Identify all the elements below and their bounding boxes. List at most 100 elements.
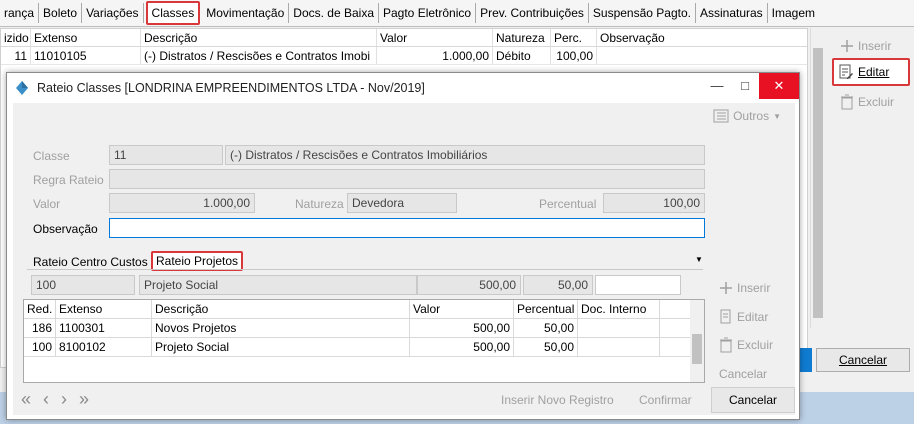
tab-prev-contribuicoes[interactable]: Prev. Contribuições [476, 3, 589, 23]
list-icon [713, 109, 729, 123]
tab-rateio-projetos[interactable]: Rateio Projetos [151, 251, 244, 271]
tab-movimentacao[interactable]: Movimentação [202, 3, 290, 23]
trash-icon [841, 94, 853, 110]
main-edit-button[interactable]: Editar [832, 58, 910, 86]
col-header: Natureza [493, 29, 551, 46]
percentual-field: 100,00 [603, 193, 705, 213]
scroll-thumb[interactable] [813, 48, 823, 318]
tab-variacoes[interactable]: Variações [82, 3, 144, 23]
dialog-cancel-edit-button[interactable]: Cancelar [719, 367, 767, 381]
col-header: Extenso [56, 300, 152, 318]
cell: 1.000,00 [377, 47, 493, 64]
main-side-panel: Inserir Editar Excluir [826, 28, 914, 368]
col-header: izido [1, 29, 31, 46]
dialog-titlebar: Rateio Classes [LONDRINA EMPREENDIMENTOS… [7, 73, 799, 103]
chevron-down-icon: ▼ [773, 111, 781, 121]
dialog-delete-button[interactable]: Excluir [719, 337, 773, 353]
edit-row-valor-field: 500,00 [417, 275, 521, 295]
cell: Débito [493, 47, 551, 64]
main-edit-label: Editar [858, 65, 890, 79]
table-row[interactable]: 100 8100102 Projeto Social 500,00 50,00 [24, 338, 704, 357]
cell: 100 [24, 338, 56, 356]
table-row[interactable]: 186 1100301 Novos Projetos 500,00 50,00 [24, 319, 704, 338]
plus-icon [841, 40, 853, 52]
cell: 100,00 [551, 47, 597, 64]
insert-new-record-button[interactable]: Inserir Novo Registro [501, 393, 614, 407]
next-record-icon[interactable]: › [61, 389, 67, 410]
tab-pagto-eletronico[interactable]: Pagto Eletrônico [379, 3, 477, 23]
grid-header: Red. Extenso Descrição Valor Percentual … [24, 300, 704, 319]
edit-row-doc-field[interactable] [595, 275, 681, 295]
previous-record-icon[interactable]: ‹ [43, 389, 49, 410]
tab-boleto[interactable]: Boleto [39, 3, 83, 23]
edit-document-icon [720, 309, 731, 324]
main-cancel-label: Cancelar [838, 353, 888, 367]
tab-suspensao-pagto[interactable]: Suspensão Pagto. [589, 3, 696, 23]
col-header: Doc. Interno [578, 300, 660, 318]
close-icon[interactable]: ✕ [759, 73, 799, 99]
dialog-insert-label: Inserir [737, 281, 771, 295]
dialog-body: Outros ▼ Classe 11 (-) Distratos / Resci… [13, 103, 795, 415]
rateio-projetos-grid: Red. Extenso Descrição Valor Percentual … [23, 299, 705, 383]
cell: Novos Projetos [152, 319, 410, 337]
main-insert-button[interactable]: Inserir [836, 34, 910, 58]
regra-rateio-label: Regra Rateio [33, 173, 104, 187]
cell: 11 [1, 47, 31, 64]
tab-rateio-centro-custos[interactable]: Rateio Centro Custos [33, 255, 148, 269]
edit-row-descricao-field: Projeto Social [139, 275, 417, 295]
grid-scrollbar[interactable] [690, 300, 704, 382]
main-scrollbar[interactable] [810, 28, 824, 328]
observacao-input[interactable] [109, 218, 705, 238]
first-record-icon[interactable]: « [21, 389, 31, 410]
valor-field: 1.000,00 [109, 193, 255, 213]
valor-label: Valor [33, 197, 61, 211]
tab-divider [27, 269, 703, 270]
col-header: Red. [24, 300, 56, 318]
chevron-down-icon[interactable]: ▼ [695, 255, 703, 264]
tab-docs-de-baixa[interactable]: Docs. de Baixa [289, 3, 379, 23]
percentual-label: Percentual [539, 197, 597, 211]
confirm-button[interactable]: Confirmar [639, 393, 692, 407]
cell [578, 319, 660, 337]
tab-bar: rança Boleto Variações Classes Movimenta… [0, 0, 914, 27]
col-header: Extenso [31, 29, 141, 46]
natureza-field: Devedora [347, 193, 457, 213]
col-header: Observação [600, 31, 665, 45]
main-delete-label: Excluir [858, 95, 895, 109]
natureza-label: Natureza [295, 197, 344, 211]
minimize-icon[interactable]: — [703, 73, 731, 99]
edit-row-percentual-field: 50,00 [523, 275, 593, 295]
tab-classes[interactable]: Classes [145, 1, 201, 25]
observacao-label: Observação [33, 222, 98, 236]
main-cancel-button[interactable]: Cancelar [816, 348, 910, 372]
dialog-cancel-button[interactable]: Cancelar [711, 387, 795, 413]
cell: 8100102 [56, 338, 152, 356]
cell: Projeto Social [152, 338, 410, 356]
scroll-thumb[interactable] [692, 334, 702, 364]
col-header: Descrição [141, 29, 377, 46]
col-header: Valor [410, 300, 514, 318]
cell: 50,00 [514, 319, 578, 337]
window-controls: — □ ✕ [703, 73, 799, 99]
tab-assinaturas[interactable]: Assinaturas [696, 3, 768, 23]
edit-document-icon [839, 64, 853, 79]
record-navigation: « ‹ › » [21, 389, 89, 410]
dialog-edit-button[interactable]: Editar [719, 309, 768, 325]
table-row[interactable]: 11 11010105 (-) Distratos / Rescisões e … [1, 47, 807, 65]
rateio-classes-dialog: Rateio Classes [LONDRINA EMPREENDIMENTOS… [6, 72, 800, 420]
col-header: Percentual [514, 300, 578, 318]
dialog-insert-button[interactable]: Inserir [719, 281, 770, 295]
outros-menu-button[interactable]: Outros ▼ [713, 109, 781, 123]
last-record-icon[interactable]: » [79, 389, 89, 410]
grid-header: izido Extenso Descrição Valor Natureza P… [1, 29, 807, 47]
cell: 500,00 [410, 319, 514, 337]
edit-row-red-field: 100 [31, 275, 135, 295]
col-header: Descrição [152, 300, 410, 318]
classe-description-field: (-) Distratos / Rescisões e Contratos Im… [225, 145, 705, 165]
main-delete-button[interactable]: Excluir [836, 90, 910, 114]
cell: 500,00 [410, 338, 514, 356]
cell [578, 338, 660, 356]
tab-imagem[interactable]: Imagem [768, 3, 819, 23]
tab-cobranca[interactable]: rança [0, 3, 40, 23]
maximize-icon[interactable]: □ [731, 73, 759, 99]
